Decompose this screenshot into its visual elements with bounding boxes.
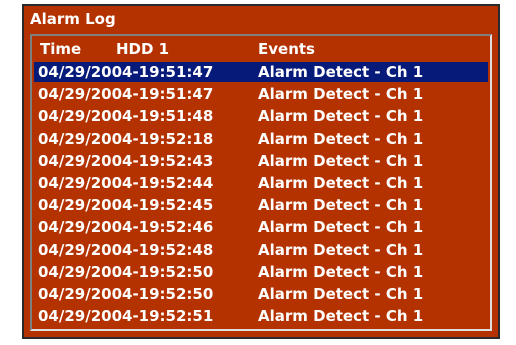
column-header-hdd: HDD 1: [116, 40, 170, 58]
log-row[interactable]: 04/29/2004-19:52:44 Alarm Detect - Ch 1: [34, 173, 488, 193]
alarm-log-list[interactable]: Time HDD 1 Events 04/29/2004-19:51:47 Ala…: [30, 34, 492, 331]
log-row-event: Alarm Detect - Ch 1: [258, 151, 424, 170]
log-row-event: Alarm Detect - Ch 1: [258, 174, 424, 192]
log-row[interactable]: 04/29/2004-19:51:47 Alarm Detect - Ch 1: [34, 84, 488, 104]
window-title: Alarm Log: [30, 10, 116, 28]
log-row-event: Alarm Detect - Ch 1: [258, 129, 424, 148]
log-row[interactable]: 04/29/2004-19:51:48 Alarm Detect - Ch 1: [34, 106, 488, 126]
log-row-time: 04/29/2004-19:52:50: [38, 262, 214, 281]
log-row-time: 04/29/2004-19:52:45: [38, 196, 214, 215]
log-row-time: 04/29/2004-19:51:47: [38, 63, 214, 81]
log-row-time: 04/29/2004-19:51:48: [38, 107, 214, 126]
log-row[interactable]: 04/29/2004-19:52:50 Alarm Detect - Ch 1: [34, 262, 488, 282]
log-row-time: 04/29/2004-19:52:51: [38, 307, 214, 326]
column-header-events: Events: [258, 40, 315, 58]
log-row-event: Alarm Detect - Ch 1: [258, 107, 424, 126]
log-row[interactable]: 04/29/2004-19:51:47 Alarm Detect - Ch 1: [34, 62, 488, 82]
log-row[interactable]: 04/29/2004-19:52:50 Alarm Detect - Ch 1: [34, 284, 488, 304]
log-row[interactable]: 04/29/2004-19:52:48 Alarm Detect - Ch 1: [34, 240, 488, 260]
log-row-event: Alarm Detect - Ch 1: [258, 63, 424, 81]
log-row-event: Alarm Detect - Ch 1: [258, 262, 424, 281]
log-row[interactable]: 04/29/2004-19:52:51 Alarm Detect - Ch 1: [34, 306, 488, 326]
log-row-event: Alarm Detect - Ch 1: [258, 285, 424, 303]
log-row-time: 04/29/2004-19:52:46: [38, 218, 214, 237]
log-row[interactable]: 04/29/2004-19:52:45 Alarm Detect - Ch 1: [34, 195, 488, 215]
column-header-time: Time: [40, 40, 82, 58]
log-row-event: Alarm Detect - Ch 1: [258, 240, 424, 259]
alarm-log-window: Alarm Log Time HDD 1 Events 04/29/2004-1…: [22, 4, 500, 339]
log-row-time: 04/29/2004-19:52:50: [38, 285, 214, 303]
log-row[interactable]: 04/29/2004-19:52:46 Alarm Detect - Ch 1: [34, 217, 488, 237]
log-row-event: Alarm Detect - Ch 1: [258, 307, 424, 326]
log-row-time: 04/29/2004-19:52:48: [38, 240, 214, 259]
log-row-event: Alarm Detect - Ch 1: [258, 85, 424, 104]
log-row-time: 04/29/2004-19:52:18: [38, 129, 214, 148]
log-row-event: Alarm Detect - Ch 1: [258, 196, 424, 215]
list-header: Time HDD 1 Events: [32, 36, 490, 62]
log-row-event: Alarm Detect - Ch 1: [258, 218, 424, 237]
log-row[interactable]: 04/29/2004-19:52:18 Alarm Detect - Ch 1: [34, 129, 488, 149]
log-row-time: 04/29/2004-19:52:44: [38, 174, 214, 192]
log-row-time: 04/29/2004-19:51:47: [38, 85, 214, 104]
log-row-time: 04/29/2004-19:52:43: [38, 151, 214, 170]
log-row[interactable]: 04/29/2004-19:52:43 Alarm Detect - Ch 1: [34, 151, 488, 171]
